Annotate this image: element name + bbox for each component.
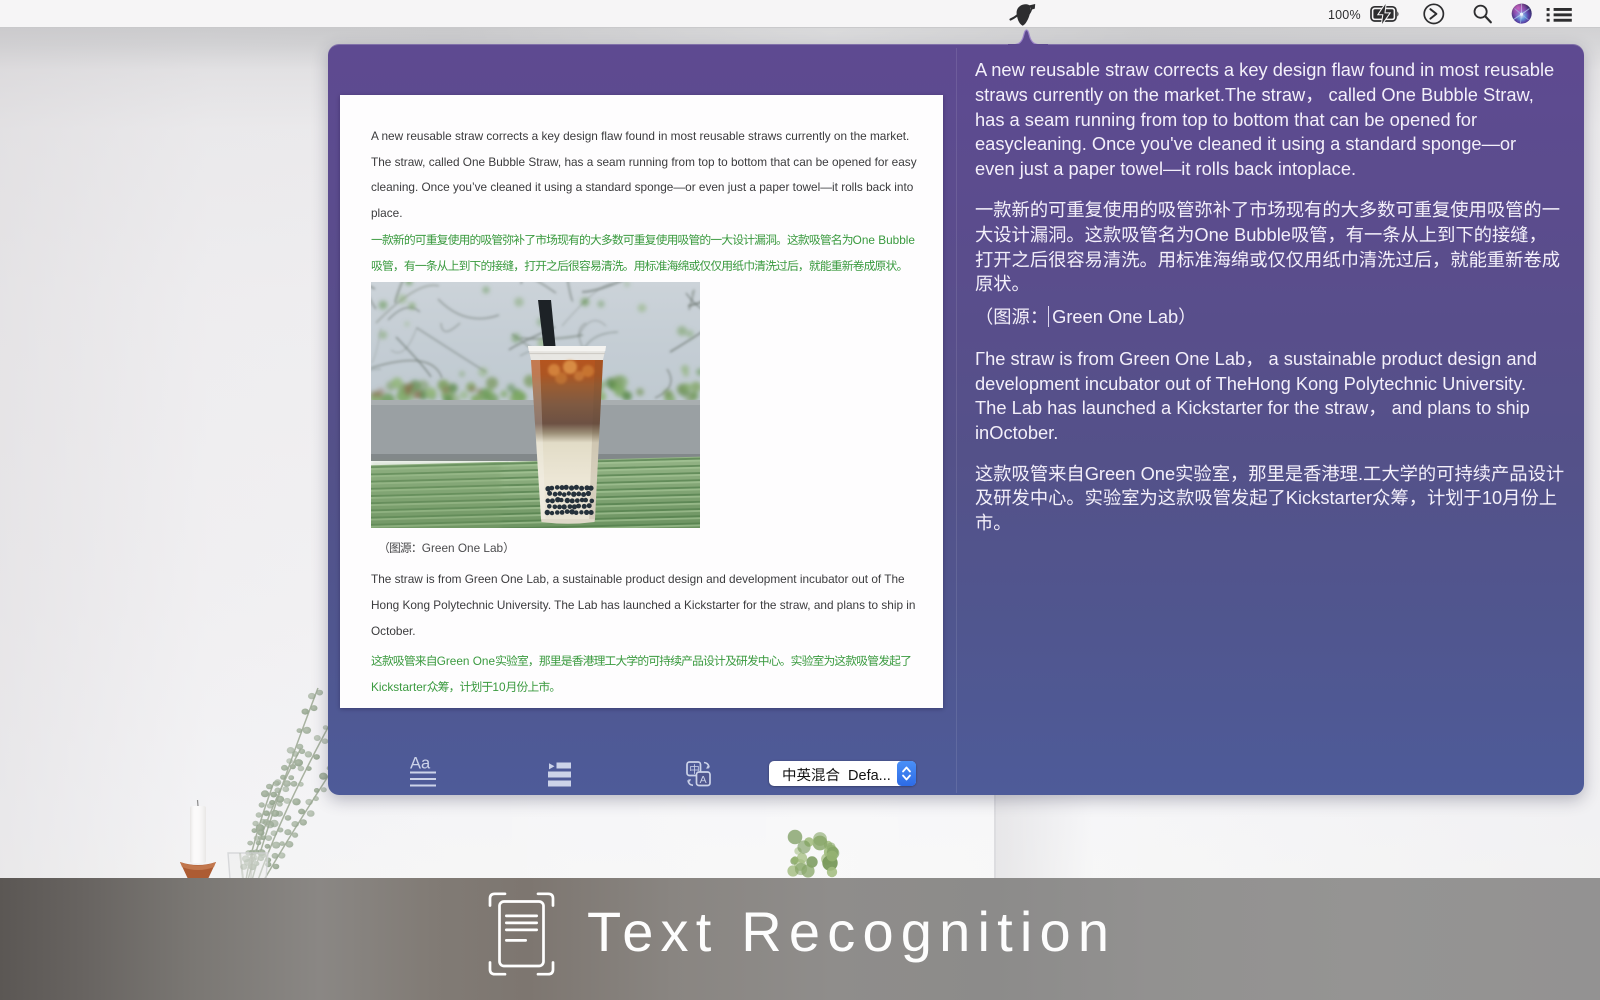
svg-text:Aa: Aa	[410, 755, 431, 773]
svg-text:A: A	[700, 774, 707, 786]
